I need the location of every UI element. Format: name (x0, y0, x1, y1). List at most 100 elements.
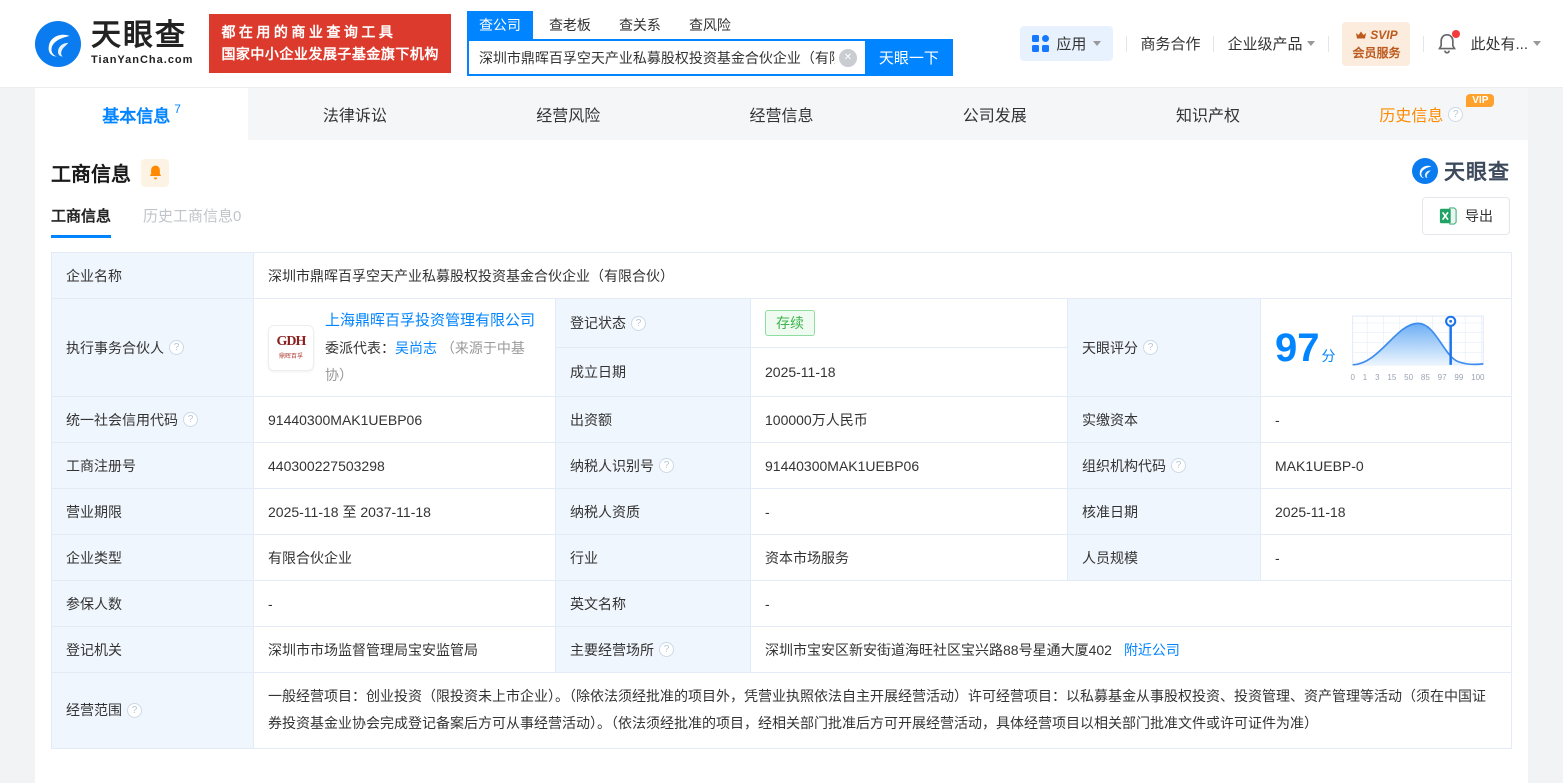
field-label-staff-size: 人员规模 (1068, 535, 1261, 581)
tab-company-development[interactable]: 公司发展 (888, 88, 1101, 140)
subtab-history-business-info[interactable]: 历史工商信息0 (143, 205, 241, 238)
enterprise-product-link[interactable]: 企业级产品 (1227, 33, 1315, 54)
field-label-paid-capital: 实缴资本 (1068, 397, 1261, 443)
bell-curve-chart (1350, 313, 1486, 369)
field-value-main-premises: 深圳市宝安区新安街道海旺社区宝兴路88号星通大厦402 附近公司 (751, 627, 1512, 673)
search-button[interactable]: 天眼一下 (865, 39, 953, 76)
field-label-industry: 行业 (556, 535, 751, 581)
field-label-credit-code: 统一社会信用代码 (52, 397, 254, 443)
svip-member-button[interactable]: SVIP 会员服务 (1342, 22, 1410, 66)
field-value-taxpayer-quality: - (751, 489, 1068, 535)
logo-title: 天眼查 (91, 21, 193, 51)
partner-company-logo[interactable]: GDH 鼎晖百孚 (268, 325, 314, 371)
help-icon[interactable] (169, 340, 184, 355)
business-cooperation-link[interactable]: 商务合作 (1140, 33, 1200, 54)
tianyancha-logo-icon (35, 21, 81, 67)
rep-name-link[interactable]: 吴尚志 (395, 340, 437, 356)
help-icon[interactable] (1448, 107, 1463, 122)
field-value-tyc-score: 97分 (1261, 299, 1512, 397)
tab-operating-risk[interactable]: 经营风险 (462, 88, 675, 140)
apps-button[interactable]: 应用 (1020, 26, 1113, 61)
divider (1126, 36, 1127, 52)
search-tab-company[interactable]: 查公司 (467, 11, 533, 39)
business-info-card: 工商信息 天眼查 工商信息 历史工商信息0 (35, 140, 1528, 783)
field-label-main-premises: 主要经营场所 (556, 627, 751, 673)
field-value-executive-partner: GDH 鼎晖百孚 上海鼎晖百孚投资管理有限公司 委派代表：吴尚志 （来源于中基协… (254, 299, 556, 397)
field-value-credit-code: 91440300MAK1UEBP06 (254, 397, 556, 443)
field-label-est-date: 成立日期 (556, 348, 751, 397)
search-tab-risk[interactable]: 查风险 (677, 11, 743, 39)
logo-domain: TianYanCha.com (91, 54, 193, 66)
section-title: 工商信息 (51, 158, 131, 187)
field-value-taxpayer-id: 91440300MAK1UEBP06 (751, 443, 1068, 489)
field-value-est-date: 2025-11-18 (751, 348, 1068, 397)
username: 此处有... (1470, 33, 1528, 54)
subtab-business-info[interactable]: 工商信息 (51, 205, 111, 238)
help-icon[interactable] (631, 316, 646, 331)
top-header: 天眼查 TianYanCha.com 都在用的商业查询工具 国家中小企业发展子基… (0, 0, 1563, 88)
field-value-reg-number: 440300227503298 (254, 443, 556, 489)
clear-search-icon[interactable] (839, 49, 857, 67)
rep-label: 委派代表： (325, 340, 395, 356)
score-distribution-chart: 0131550859799100 (1350, 313, 1486, 382)
field-value-paid-capital: - (1261, 397, 1512, 443)
notification-dot (1452, 30, 1460, 38)
field-label-business-term: 营业期限 (52, 489, 254, 535)
field-value-approval-date: 2025-11-18 (1261, 489, 1512, 535)
crown-icon (1355, 30, 1367, 40)
help-icon[interactable] (183, 412, 198, 427)
field-value-industry: 资本市场服务 (751, 535, 1068, 581)
help-icon[interactable] (127, 703, 142, 718)
search-tab-boss[interactable]: 查老板 (537, 11, 603, 39)
chevron-down-icon (1307, 41, 1315, 46)
tab-intellectual-property[interactable]: 知识产权 (1101, 88, 1314, 140)
search-block: 查公司 查老板 查关系 查风险 天眼一下 (467, 11, 953, 76)
field-value-company-name: 深圳市鼎晖百孚空天产业私募股权投资基金合伙企业（有限合伙） (254, 253, 1512, 299)
monitor-bell-button[interactable] (141, 159, 169, 187)
field-label-approval-date: 核准日期 (1068, 489, 1261, 535)
user-menu[interactable]: 此处有... (1470, 33, 1541, 54)
apps-grid-icon (1032, 35, 1049, 52)
help-icon[interactable] (659, 642, 674, 657)
field-value-insured-count: - (254, 581, 556, 627)
help-icon[interactable] (1171, 458, 1186, 473)
help-icon[interactable] (1143, 340, 1158, 355)
field-label-reg-number: 工商注册号 (52, 443, 254, 489)
notification-bell-button[interactable] (1437, 33, 1457, 55)
field-label-taxpayer-id: 纳税人识别号 (556, 443, 751, 489)
divider (1213, 36, 1214, 52)
field-label-contribution: 出资额 (556, 397, 751, 443)
search-input[interactable] (467, 39, 865, 76)
tab-business-info[interactable]: 经营信息 (675, 88, 888, 140)
chevron-down-icon (1093, 41, 1101, 46)
search-tab-relation[interactable]: 查关系 (607, 11, 673, 39)
apps-label: 应用 (1056, 33, 1086, 54)
field-value-business-term: 2025-11-18 至 2037-11-18 (254, 489, 556, 535)
partner-company-link[interactable]: 上海鼎晖百孚投资管理有限公司 (325, 312, 535, 329)
nearby-companies-link[interactable]: 附近公司 (1124, 640, 1180, 660)
tab-legal-litigation[interactable]: 法律诉讼 (248, 88, 461, 140)
promo-line2: 国家中小企业发展子基金旗下机构 (221, 44, 439, 66)
tab-history-info[interactable]: VIP 历史信息 (1315, 88, 1528, 140)
tab-basic-info[interactable]: 基本信息 7 (35, 88, 248, 140)
bell-icon (148, 164, 163, 181)
field-label-tyc-score: 天眼评分 (1068, 299, 1261, 397)
field-label-reg-status: 登记状态 (556, 299, 751, 348)
business-info-table: 企业名称 深圳市鼎晖百孚空天产业私募股权投资基金合伙企业（有限合伙） 执行事务合… (51, 252, 1512, 749)
status-badge: 存续 (765, 310, 815, 336)
field-value-english-name: - (751, 581, 1512, 627)
field-value-staff-size: - (1261, 535, 1512, 581)
score-axis-labels: 0131550859799100 (1350, 372, 1486, 382)
field-label-company-name: 企业名称 (52, 253, 254, 299)
divider (1423, 36, 1424, 52)
field-label-reg-authority: 登记机关 (52, 627, 254, 673)
header-right-nav: 应用 商务合作 企业级产品 SVIP 会员服务 (1020, 22, 1541, 66)
company-tab-bar: 基本信息 7 法律诉讼 经营风险 经营信息 公司发展 知识产权 VIP 历史信息 (35, 88, 1528, 140)
export-button[interactable]: 导出 (1422, 197, 1510, 235)
help-icon[interactable] (659, 458, 674, 473)
divider (1328, 36, 1329, 52)
field-label-company-type: 企业类型 (52, 535, 254, 581)
excel-icon (1439, 207, 1457, 225)
field-value-reg-status: 存续 (751, 299, 1068, 348)
tianyancha-logo[interactable]: 天眼查 TianYanCha.com (35, 21, 193, 67)
